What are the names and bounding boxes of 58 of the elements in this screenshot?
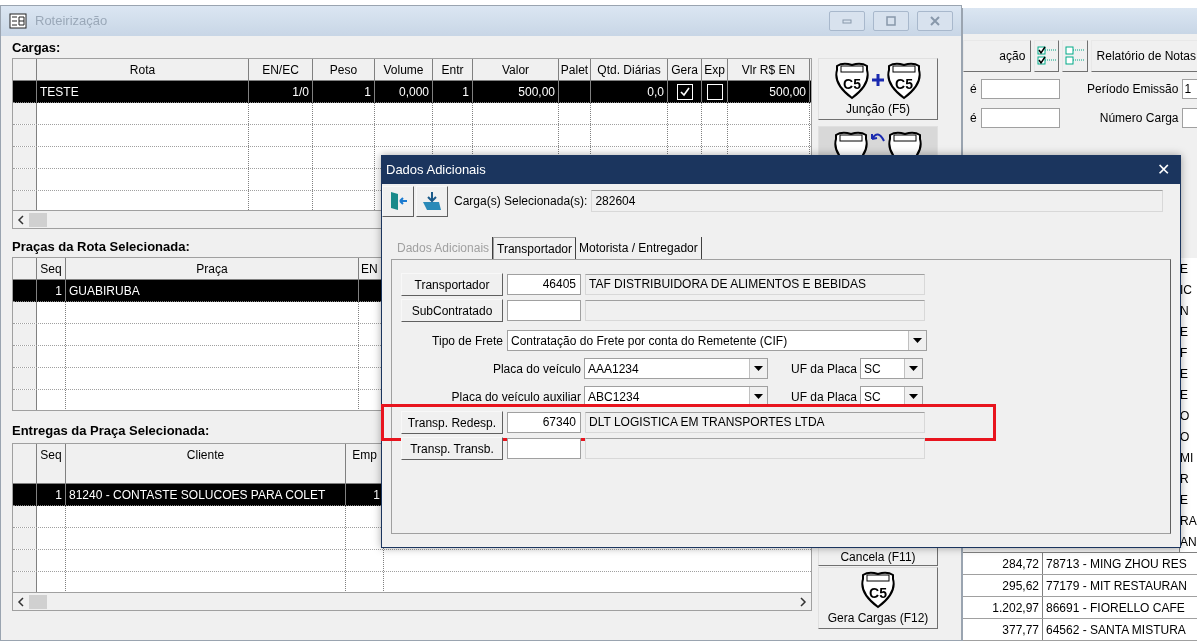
table-cell-text: 1	[55, 486, 62, 504]
field-label: Tipo de Frete	[431, 332, 503, 350]
table-cell-text: 500,00	[769, 83, 806, 101]
table-cell-text: 377,77	[1002, 621, 1039, 639]
field-label: UF da Placa	[789, 360, 857, 378]
table-cell-text: 1	[55, 282, 62, 300]
route-shield-icon: C5	[859, 569, 897, 609]
table-cell-text: 1/0	[292, 83, 309, 101]
table-cell-text: IC	[1180, 281, 1192, 299]
table-cell-text: 284,72	[1002, 555, 1039, 573]
table-cell-text: AN	[1180, 533, 1197, 551]
name-field: DLT LOGISTICA EM TRANSPORTES LTDA	[585, 412, 925, 433]
window-title: Roteirização	[35, 12, 108, 31]
table-cell-text: RA	[1180, 512, 1197, 530]
selected-loads-field: 282604	[591, 190, 1164, 212]
table-cell-text: N	[1180, 302, 1189, 320]
section-label: Entregas da Praça Selecionada:	[12, 422, 210, 440]
field-label: Período Emissão	[1086, 81, 1179, 99]
dialog-title: Dados Adicionais	[386, 161, 487, 180]
route-shield-icon: C5	[885, 60, 923, 100]
name-field: TAF DISTRIBUIDORA DE ALIMENTOS E BEBIDAS	[585, 274, 925, 295]
table-cell-text: TESTE	[40, 83, 79, 101]
table-cell-text: 86691 - FIORELLO CAFE	[1046, 599, 1185, 617]
field-label: Número Carga	[1098, 109, 1179, 127]
table-cell-text: 64562 - SANTA MISTURA	[1046, 621, 1186, 639]
table-cell-text: 1	[462, 83, 469, 101]
section-label: Cargas:	[12, 39, 61, 57]
table-cell-text: 500,00	[518, 83, 555, 101]
table-cell-text: F	[1180, 344, 1188, 362]
table-cell-text: 0,000	[398, 83, 429, 101]
field-label: é	[968, 81, 977, 99]
table-cell-text: E	[1180, 386, 1188, 404]
field-label: Placa do veículo auxiliar	[450, 388, 581, 406]
table-cell-text: 1	[364, 83, 371, 101]
table-cell-text: MI	[1180, 449, 1194, 467]
table-cell-text: O	[1180, 407, 1190, 425]
table-cell-text: 1.202,97	[992, 599, 1039, 617]
table-cell-text: E	[1180, 491, 1188, 509]
button-label: Junção (F5)	[846, 101, 910, 118]
field-label: Placa do veículo	[491, 360, 581, 378]
route-shield-icon: C5	[833, 60, 871, 100]
table-cell-text: 78713 - MING ZHOU RES	[1046, 555, 1187, 573]
table-cell-text: 81240 - CONTASTE SOLUCOES PARA COLET	[69, 486, 326, 504]
field-label: Carga(s) Selecionada(s):	[454, 193, 588, 210]
table-cell-text: O	[1180, 428, 1190, 446]
field-label: UF da Placa	[789, 388, 857, 406]
table-cell-text: 295,62	[1002, 577, 1039, 595]
section-label: Praças da Rota Selecionada:	[12, 238, 190, 256]
table-cell-text: 1	[373, 486, 380, 504]
button-label: Gera Cargas (F12)	[827, 610, 929, 627]
table-cell-text: E	[1180, 323, 1188, 341]
table-cell-text: E	[1180, 365, 1188, 383]
table-cell-text: 0,0	[647, 83, 664, 101]
table-cell-text: GUABIRUBA	[69, 282, 140, 300]
field-label: é	[968, 109, 977, 127]
table-cell-text: R	[1180, 470, 1189, 488]
table-cell-text: E	[1180, 260, 1188, 278]
table-cell-text: 77179 - MIT RESTAURAN	[1046, 577, 1187, 595]
